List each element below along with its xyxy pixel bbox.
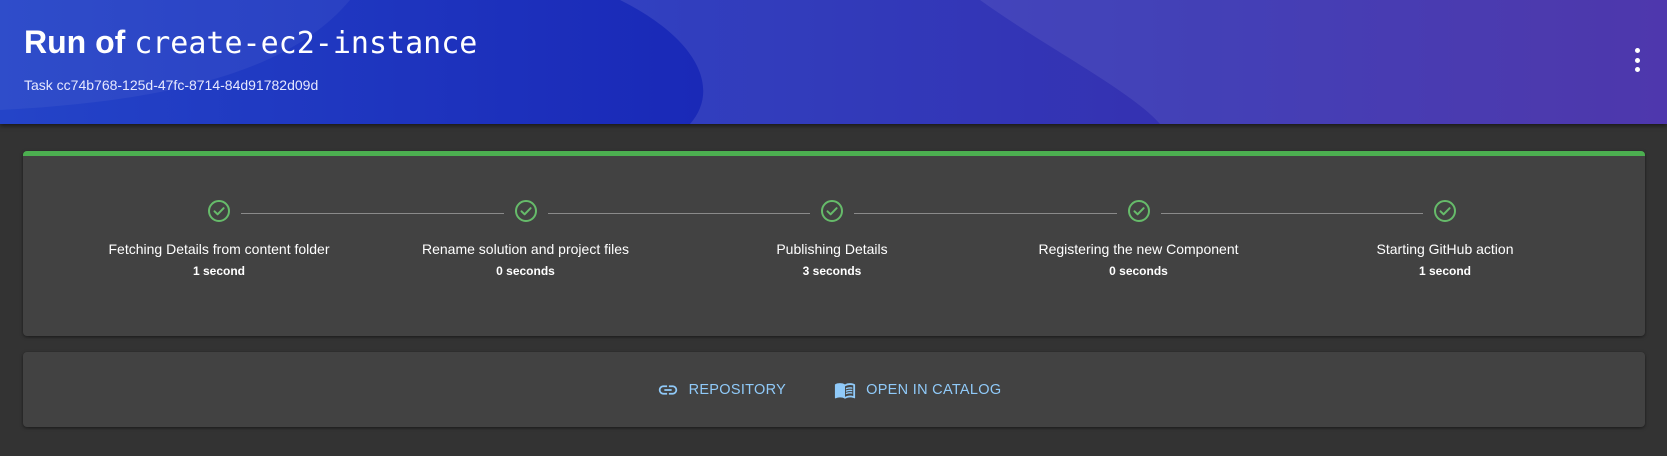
menu-dot [1634,67,1640,72]
step: Fetching Details from content folder 1 se… [69,199,369,278]
check-circle-icon [821,200,843,222]
repository-link-label: REPOSITORY [688,381,787,398]
page-title-prefix: Run of [24,24,126,60]
page-header: Run of create-ec2-instance Task cc74b768… [0,0,1667,124]
repository-link[interactable]: REPOSITORY [657,379,787,401]
check-circle-icon [514,200,537,222]
step-label: Fetching Details from content folder [108,241,330,257]
check-circle-icon [1127,200,1150,222]
step-label: Publishing Details [776,241,888,257]
step-label: Registering the new Component [1038,241,1239,257]
header-decoration [0,0,1667,124]
book-icon [835,382,856,399]
step-duration: 0 seconds [1109,264,1168,278]
check-circle-icon [1434,200,1456,222]
output-links: REPOSITORY OPEN IN CATALOG [23,352,1645,427]
step-label: Starting GitHub action [1376,241,1514,257]
step-duration: 0 seconds [496,264,555,278]
menu-dot [1634,57,1640,63]
step-duration: 1 second [1418,264,1472,278]
check-circle-icon [208,200,230,222]
stepper: Fetching Details from content folder 1 se… [23,151,1645,336]
page-title: Run of create-ec2-instance [24,24,477,61]
step-label: Rename solution and project files [421,241,629,257]
step-duration: 3 seconds [802,264,862,278]
step-duration: 1 second [192,264,246,278]
task-progress-card: Fetching Details from content folder 1 se… [23,151,1645,336]
link-icon [658,384,677,395]
step: Publishing Details 3 seconds [682,199,982,278]
task-id: Task cc74b768-125d-47fc-8714-84d91782d09… [24,77,319,93]
step: Rename solution and project files 0 secon… [376,199,676,278]
open-in-catalog-link[interactable]: OPEN IN CATALOG [834,379,1001,401]
more-vert-icon[interactable] [1631,48,1643,72]
step: Starting GitHub action 1 second [1295,199,1595,278]
open-in-catalog-link-label: OPEN IN CATALOG [866,381,1002,398]
menu-dot [1634,48,1640,53]
template-name: create-ec2-instance [134,26,478,61]
output-links-card: REPOSITORY OPEN IN CATALOG [23,352,1645,427]
step: Registering the new Component 0 seconds [989,199,1289,278]
